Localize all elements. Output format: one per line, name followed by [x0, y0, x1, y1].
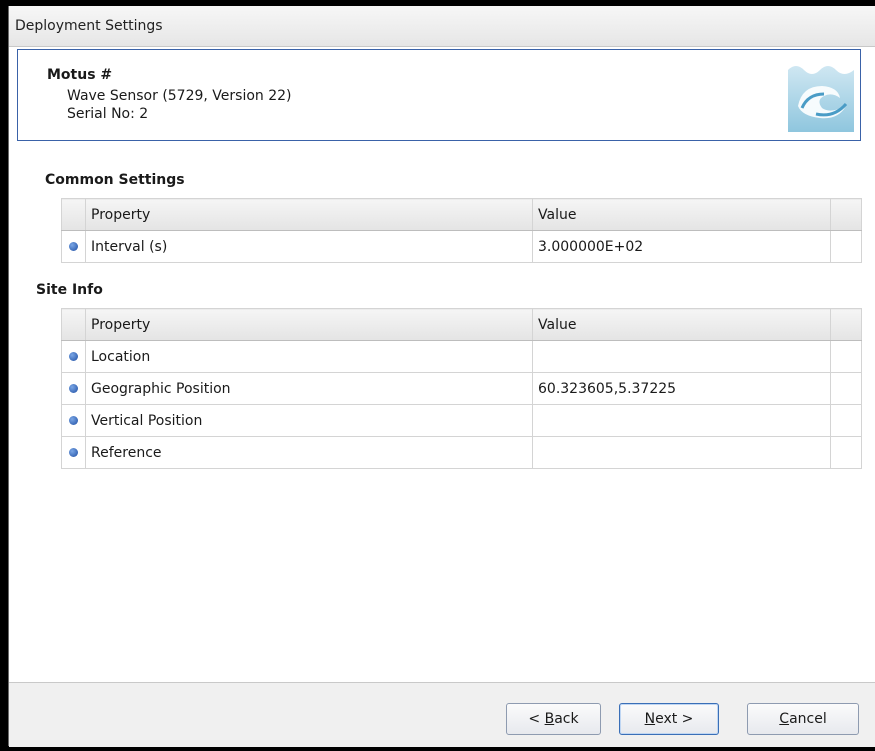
- property-bullet-icon: [69, 416, 78, 425]
- next-label-rest: ext >: [655, 711, 694, 727]
- back-button[interactable]: < Back: [506, 703, 601, 735]
- filler-cell: [830, 340, 862, 373]
- serial-number: Serial No: 2: [67, 106, 149, 122]
- settings-content: Common Settings Property Value Interval …: [17, 142, 875, 682]
- property-cell: Location: [85, 340, 533, 373]
- row-indicator: [61, 230, 86, 263]
- filler-header: [830, 308, 862, 341]
- row-indicator: [61, 404, 86, 437]
- indicator-header: [61, 308, 86, 341]
- site-info-grid: Property Value Location Geographic Posit…: [61, 308, 862, 469]
- filler-cell: [830, 230, 862, 263]
- common-settings-grid: Property Value Interval (s) 3.000000E+02: [61, 198, 862, 263]
- site-info-title: Site Info: [36, 282, 103, 298]
- filler-cell: [830, 372, 862, 405]
- device-label: Motus #: [47, 67, 113, 83]
- property-column-header: Property: [85, 198, 533, 231]
- wave-logo-icon: [788, 56, 854, 132]
- value-cell[interactable]: 60.323605,5.37225: [532, 372, 831, 405]
- indicator-header: [61, 198, 86, 231]
- window-title: Deployment Settings: [9, 6, 875, 47]
- grid-header-row: Property Value: [61, 308, 862, 341]
- property-bullet-icon: [69, 448, 78, 457]
- cancel-button[interactable]: Cancel: [747, 703, 859, 735]
- table-row[interactable]: Location: [61, 340, 862, 373]
- property-cell: Vertical Position: [85, 404, 533, 437]
- value-cell[interactable]: [532, 404, 831, 437]
- property-bullet-icon: [69, 352, 78, 361]
- cancel-access-key: C: [779, 711, 790, 727]
- value-cell[interactable]: 3.000000E+02: [532, 230, 831, 263]
- property-cell: Geographic Position: [85, 372, 533, 405]
- value-column-header: Value: [532, 198, 831, 231]
- wizard-footer: < Back Next > Cancel: [9, 682, 875, 747]
- table-row[interactable]: Interval (s) 3.000000E+02: [61, 230, 862, 263]
- value-cell[interactable]: [532, 436, 831, 469]
- value-cell[interactable]: [532, 340, 831, 373]
- property-cell: Reference: [85, 436, 533, 469]
- table-row[interactable]: Geographic Position 60.323605,5.37225: [61, 372, 862, 405]
- cancel-label-rest: ancel: [789, 711, 827, 727]
- table-row[interactable]: Vertical Position: [61, 404, 862, 437]
- back-access-key: B: [544, 711, 555, 727]
- deployment-settings-window: Deployment Settings Motus # Wave Sensor …: [8, 6, 875, 747]
- filler-header: [830, 198, 862, 231]
- common-settings-title: Common Settings: [45, 172, 185, 188]
- row-indicator: [61, 372, 86, 405]
- filler-cell: [830, 436, 862, 469]
- back-prefix: <: [528, 711, 545, 727]
- back-label-rest: ack: [554, 711, 579, 727]
- row-indicator: [61, 436, 86, 469]
- row-indicator: [61, 340, 86, 373]
- property-column-header: Property: [85, 308, 533, 341]
- next-button[interactable]: Next >: [619, 703, 719, 735]
- table-row[interactable]: Reference: [61, 436, 862, 469]
- next-access-key: N: [644, 711, 656, 727]
- device-header: Motus # Wave Sensor (5729, Version 22) S…: [17, 49, 861, 141]
- property-bullet-icon: [69, 242, 78, 251]
- property-bullet-icon: [69, 384, 78, 393]
- filler-cell: [830, 404, 862, 437]
- sensor-description: Wave Sensor (5729, Version 22): [67, 88, 292, 104]
- value-column-header: Value: [532, 308, 831, 341]
- property-cell: Interval (s): [85, 230, 533, 263]
- grid-header-row: Property Value: [61, 198, 862, 231]
